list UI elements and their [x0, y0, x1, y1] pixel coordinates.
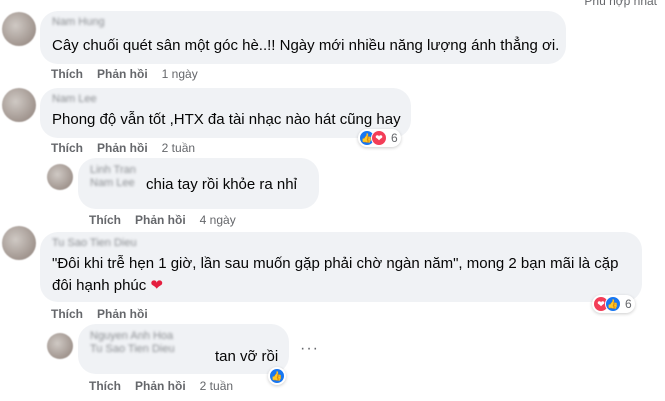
love-icon: ❤ [371, 130, 387, 146]
reaction-count: 6 [391, 131, 398, 145]
comment-author[interactable]: Linh Tran [90, 164, 136, 176]
comment-author[interactable]: Tu Sao Tien Dieu [52, 237, 137, 249]
comment-time[interactable]: 4 ngày [200, 213, 236, 227]
comment-text-line-2: đôi hạnh phúc [52, 277, 147, 294]
heart-emoji: ❤ [150, 277, 163, 294]
avatar[interactable] [47, 164, 73, 190]
avatar[interactable] [2, 226, 36, 260]
reply-button[interactable]: Phản hồi [135, 379, 186, 393]
mention-tag[interactable]: Tu Sao Tien Dieu [90, 343, 175, 355]
comment-bubble: Tu Sao Tien Dieu "Đôi khi trễ hẹn 1 giờ,… [40, 232, 642, 302]
avatar[interactable] [2, 12, 36, 46]
sort-label[interactable]: Phù hợp nhất [584, 0, 657, 8]
comment-text: tan vỡ rồi [215, 348, 279, 365]
comment-actions: Thích Phản hồi 2 tuần [89, 379, 233, 393]
reaction-summary[interactable]: 👍 [268, 367, 286, 385]
reply-button[interactable]: Phản hồi [135, 213, 186, 227]
comment-text: chia tay rồi khỏe ra nhỉ [146, 176, 297, 193]
comment-bubble: Nam Lee Phong độ vẫn tốt ,HTX đa tài nhạ… [40, 88, 411, 138]
comment-actions: Thích Phản hồi [51, 307, 162, 321]
reply-button[interactable]: Phản hồi [97, 141, 148, 155]
like-icon: 👍 [269, 368, 285, 384]
like-button[interactable]: Thích [89, 379, 121, 393]
comment-author[interactable]: Nguyen Anh Hoa [90, 330, 173, 342]
comment-text-line: "Đôi khi trễ hẹn 1 giờ, lần sau muốn gặp… [52, 255, 619, 272]
comment-text: "Đôi khi trễ hẹn 1 giờ, lần sau muốn gặp… [52, 253, 619, 297]
comment-time[interactable]: 2 tuần [162, 141, 195, 155]
like-button[interactable]: Thích [51, 141, 83, 155]
comment-bubble: Nam Hung Cây chuối quét sân một góc hè..… [40, 11, 566, 64]
comment-text: Phong độ vẫn tốt ,HTX đa tài nhạc nào há… [52, 111, 401, 128]
like-icon: 👍 [605, 296, 621, 312]
like-button[interactable]: Thích [51, 307, 83, 321]
comment-bubble: Nguyen Anh Hoa Tu Sao Tien Dieu tan vỡ r… [78, 324, 289, 374]
comment-actions: Thích Phản hồi 2 tuần [51, 141, 195, 155]
comment-bubble: Linh Tran Nam Lee chia tay rồi khỏe ra n… [78, 158, 319, 209]
reaction-count: 6 [625, 297, 632, 311]
comment-actions: Thích Phản hồi 1 ngày [51, 67, 198, 81]
like-button[interactable]: Thích [89, 213, 121, 227]
reply-button[interactable]: Phản hồi [97, 67, 148, 81]
avatar[interactable] [2, 88, 36, 122]
comment-text-line: đôi hạnh phúc ❤ [52, 275, 619, 297]
comment-time[interactable]: 1 ngày [162, 67, 198, 81]
like-button[interactable]: Thích [51, 67, 83, 81]
reply-button[interactable]: Phản hồi [97, 307, 148, 321]
more-dots-icon[interactable]: ··· [300, 340, 319, 358]
avatar[interactable] [47, 333, 73, 359]
mention-tag[interactable]: Nam Lee [90, 177, 135, 189]
reaction-summary[interactable]: 👍 ❤ 6 [358, 129, 401, 147]
reaction-summary[interactable]: ❤ 👍 6 [592, 295, 635, 313]
comment-time[interactable]: 2 tuần [200, 379, 233, 393]
comment-author[interactable]: Nam Hung [52, 16, 105, 28]
comment-actions: Thích Phản hồi 4 ngày [89, 213, 236, 227]
comment-text: Cây chuối quét sân một góc hè..!! Ngày m… [52, 37, 560, 54]
comment-author[interactable]: Nam Lee [52, 93, 97, 105]
